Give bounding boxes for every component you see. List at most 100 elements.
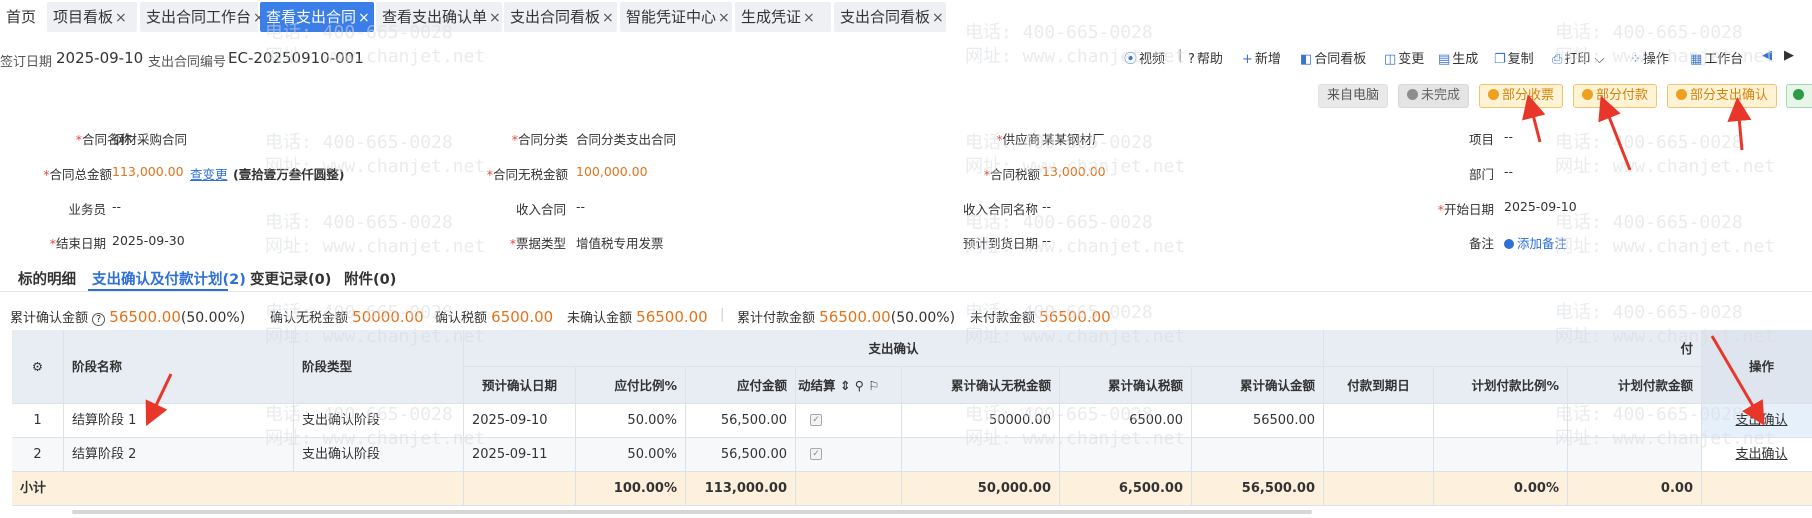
start-date-label: *开始日期 [1437,202,1494,217]
add-remark-label: 添加备注 [1517,236,1568,251]
close-icon[interactable]: × [115,10,127,26]
plan-ratio-cell [1434,438,1568,472]
watermark-phone: 电话: 400-665-0028 [1555,212,1743,233]
watermark-phone: 电话: 400-665-0028 [1555,132,1743,153]
board-label: 合同看板 [1314,52,1367,67]
tab-generate-voucher[interactable]: 生成凭证 × [735,2,831,32]
due-date-cell [1324,404,1434,438]
tab-view-contract[interactable]: 查看支出合同 × [260,2,374,32]
header-confirm-tax: 累计确认税额 [1060,367,1192,404]
subtotal-plan-amount: 0.00 [1568,472,1702,506]
help-button[interactable]: ? 帮助 [1188,48,1223,67]
next-arrow-icon[interactable]: ▶ [1784,48,1794,63]
source-badge: 来自电脑 [1318,84,1389,108]
copy-icon: ❐ [1494,52,1506,67]
tab-label: 首页 [6,8,37,26]
pay-ratio-cell: 50.00% [576,404,686,438]
tab-change-records[interactable]: 变更记录(0) [250,268,331,289]
status-partial-payment-badge: 部分付款 [1573,84,1658,108]
tab-contract-board[interactable]: 支出合同看板 × [504,2,617,32]
row-index: 2 [12,438,64,472]
operations-button[interactable]: ⁘ 操作 [1630,48,1669,67]
change-button[interactable]: ◫ 变更 [1384,48,1424,67]
auto-settle-checkbox[interactable]: ✓ [796,438,902,472]
print-button[interactable]: ⎙ 打印 ⌵ [1552,48,1604,67]
pay-amount-cell: 56,500.00 [686,404,796,438]
clock-icon [1582,89,1593,100]
badge-label: 部分支出确认 [1690,88,1769,103]
header-confirm-amount: 累计确认金额 [1192,367,1324,404]
workbench-label: 工作台 [1704,52,1744,67]
tab-voucher-center[interactable]: 智能凭证中心 × [620,2,732,32]
tax-label: *合同税额 [983,167,1040,182]
arrival-date-label: 预计到货日期 [962,236,1038,251]
generate-button[interactable]: ▤ 生成 [1438,48,1478,67]
invoice-type-label: *票据类型 [509,236,566,251]
sign-date-label: 签订日期 [0,55,53,70]
tab-label: 查看支出合同 [266,8,357,26]
category-label: *合同分类 [511,132,568,147]
supplier-label: *供应商 [996,132,1040,147]
tab-project-board[interactable]: 项目看板 × [47,2,137,32]
change-label: 变更 [1398,52,1425,67]
tab-home[interactable]: 首页 [0,2,50,32]
close-icon[interactable]: × [489,10,501,26]
contract-board-button[interactable]: ◧ 合同看板 [1300,48,1366,67]
due-date-cell [1324,438,1434,472]
auto-settle-checkbox[interactable]: ✓ [796,404,902,438]
video-button[interactable]: ⦿ 视频 [1124,48,1165,67]
expense-confirm-button[interactable]: 支出确认 [1702,404,1812,438]
status-partial-receipt-badge: 部分收票 [1479,84,1564,108]
tab-label: 支出合同看板 [510,8,601,26]
info-icon [1407,89,1418,100]
tab-contract-board-2[interactable]: 支出合同看板 × [834,2,946,32]
close-icon[interactable]: × [803,10,815,26]
close-icon[interactable]: × [602,10,614,26]
plan-ratio-cell [1434,404,1568,438]
print-label: 打印 [1564,52,1591,67]
view-change-link[interactable]: 查变更 [190,164,228,183]
column-settings-icon[interactable]: ⚙ [12,330,64,404]
subtotal-empty [464,472,576,506]
ops-label: 操作 [1642,52,1669,67]
status-complete-badge [1786,84,1812,108]
close-icon[interactable]: × [718,10,730,26]
tab-view-confirm-doc[interactable]: 查看支出确认单 × [376,2,502,32]
category-value: 合同分类支出合同 [576,132,677,147]
watermark-phone: 电话: 400-665-0028 [1555,302,1743,323]
add-label: 新增 [1254,52,1281,67]
add-remark-button[interactable]: 添加备注 [1504,233,1567,252]
arrow-partial-receipt [1522,94,1546,143]
subtotal-amount: 113,000.00 [686,472,796,506]
check-icon: ✓ [810,448,822,460]
tab-bar: 首页 项目看板 × 支出合同工作台 × 查看支出合同 × 查看支出确认单 × 支出合同看… [0,0,1812,36]
close-icon[interactable]: × [932,10,944,26]
workbench-icon: ▦ [1690,52,1703,67]
unpaid-summary: 未付款金额 56500.00 [970,308,1111,326]
copy-button[interactable]: ❐ 复制 [1494,48,1534,67]
paid-total-summary: 累计付款金额 56500.00(50.00%) [737,308,956,326]
close-icon[interactable]: × [358,10,370,26]
contract-no-label: 支出合同编号 [148,55,227,70]
tab-confirm-payment-plan[interactable]: 支出确认及付款计划(2) [92,268,246,289]
tab-divider [0,291,1812,292]
workbench-button[interactable]: ▦ 工作台 [1690,48,1743,67]
tab-contract-workbench[interactable]: 支出合同工作台 × [140,2,265,32]
pin-icon: ⚐ [868,378,880,393]
prev-arrow-icon[interactable]: ◀ [1762,48,1772,63]
total-amount-label: *合同总金额 [43,167,112,182]
project-value: -- [1504,129,1514,144]
stage-type-cell: 支出确认阶段 [294,438,464,472]
tab-attachments[interactable]: 附件(0) [344,268,396,289]
income-contract-label: 收入合同 [515,202,566,217]
horizontal-scrollbar[interactable] [72,510,1312,514]
add-button[interactable]: + 新增 [1242,48,1281,67]
no-tax-value: 100,000.00 [576,164,648,179]
header-due-date: 付款到期日 [1324,367,1434,404]
expense-confirm-button[interactable]: 支出确认 [1702,438,1812,472]
tab-item-details[interactable]: 标的明细 [18,268,76,289]
confirm-tax-cell [1060,438,1192,472]
divider: | [1178,48,1183,63]
help-icon: ? [92,313,106,326]
printer-icon: ⎙ [1552,52,1563,67]
